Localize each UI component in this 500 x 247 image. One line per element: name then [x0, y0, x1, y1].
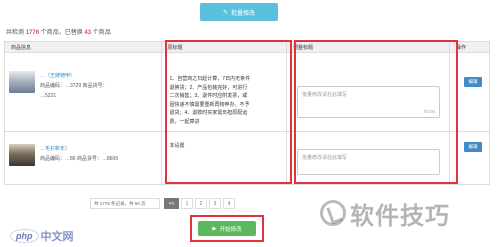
header-old-title: 原标题: [160, 41, 288, 53]
product-name-link[interactable]: …毛衫新年）: [40, 144, 118, 154]
char-counter: 0/100: [423, 109, 436, 114]
product-title-table: 商品信息 原标题 调整标题 操作 …（王牌铠甲） 商品编码：…3729 商品货号…: [4, 41, 490, 185]
page-button[interactable]: 2: [195, 198, 207, 209]
replaced-count: 43: [84, 30, 92, 36]
edit-button[interactable]: 编辑: [464, 77, 482, 87]
new-title-input[interactable]: 批量修改请在此填写 0/100: [297, 86, 441, 118]
watermark: 软件技巧: [320, 192, 500, 234]
product-code: 商品编码：…3729 商品货号：: [40, 83, 108, 89]
play-icon: ▶: [212, 225, 217, 232]
pencil-icon: ✎: [222, 9, 228, 16]
batch-modify-button[interactable]: ✎ 批量修改: [200, 3, 278, 21]
start-modify-button[interactable]: ▶ 开始修改: [198, 221, 256, 236]
page-button[interactable]: 4: [223, 198, 235, 209]
product-code-cont: …5221: [40, 93, 57, 99]
product-thumbnail[interactable]: [9, 144, 35, 166]
page-first-button[interactable]: <<: [164, 198, 179, 209]
new-title-input[interactable]: 批量修改请在此填写: [297, 149, 441, 175]
product-info: …毛衫新年） 商品编码：…86 商品货号：…8609: [5, 132, 161, 166]
page-button[interactable]: 1: [181, 198, 193, 209]
header-product-info: 商品信息: [4, 41, 162, 53]
watermark-icon: [320, 200, 346, 226]
checked-count: 1776: [25, 30, 40, 36]
table-row: …毛衫新年） 商品编码：…86 商品货号：…8609 本设置 批量修改请在此填写…: [4, 131, 490, 185]
batch-modify-label: 批量修改: [231, 10, 256, 17]
product-name-link[interactable]: …（王牌铠甲）: [40, 71, 108, 81]
summary-text: 共检测 1776 个商品，已替换 43 个商品: [6, 30, 111, 36]
product-code: 商品编码：…86 商品货号：…8609: [40, 156, 119, 162]
header-actions: 操作: [449, 41, 490, 53]
new-title-placeholder: 批量修改请在此填写: [302, 155, 348, 161]
edit-button[interactable]: 编辑: [464, 142, 482, 152]
old-title-text: 1、自营商之日起计算，7日内无条件 退换货；2、产品包装完好，可进行 二次销售；…: [169, 76, 251, 125]
new-title-placeholder: 批量修改请在此填写: [302, 92, 348, 98]
page-button[interactable]: 3: [209, 198, 221, 209]
pagination-info: 共 1776 条记录，共 60 页: [90, 198, 160, 209]
php-cn-logo: php 中文网: [10, 228, 74, 244]
table-row: …（王牌铠甲） 商品编码：…3729 商品货号： …5221 1、自营商之日起计…: [4, 52, 490, 132]
product-info: …（王牌铠甲） 商品编码：…3729 商品货号： …5221: [5, 53, 161, 101]
product-thumbnail[interactable]: [9, 71, 35, 93]
start-button-highlight: ▶ 开始修改: [190, 215, 264, 242]
start-modify-label: 开始修改: [219, 226, 242, 233]
header-new-title: 调整标题: [286, 41, 450, 53]
old-title-text: 本设置: [169, 143, 185, 149]
